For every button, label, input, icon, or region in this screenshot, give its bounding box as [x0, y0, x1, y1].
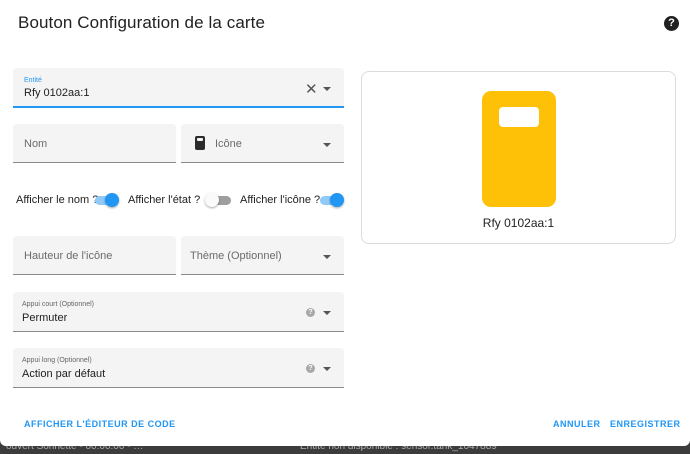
- entity-field[interactable]: Entité Rfy 0102aa:1 ✕: [13, 68, 344, 108]
- help-icon[interactable]: ?: [664, 16, 679, 31]
- preview-entity-name: Rfy 0102aa:1: [482, 216, 555, 230]
- show-name-label: Afficher le nom ?: [16, 194, 99, 206]
- chevron-down-icon[interactable]: [323, 143, 331, 147]
- help-icon[interactable]: ?: [306, 364, 315, 373]
- remote-control-icon: [482, 91, 556, 207]
- show-code-editor-button[interactable]: AFFICHER L'ÉDITEUR DE CODE: [24, 419, 176, 429]
- remote-control-icon: [195, 136, 205, 150]
- show-icon-toggle[interactable]: [318, 193, 344, 207]
- cancel-button[interactable]: ANNULER: [553, 419, 601, 429]
- hold-action-label: Appui long (Optionnel): [22, 357, 92, 364]
- name-field[interactable]: Nom: [13, 124, 176, 163]
- save-button[interactable]: ENREGISTRER: [610, 419, 681, 429]
- icon-field[interactable]: Icône: [181, 124, 344, 163]
- hold-action-field[interactable]: Appui long (Optionnel) Action par défaut…: [13, 348, 344, 388]
- icon-field-placeholder: Icône: [215, 138, 242, 150]
- help-icon[interactable]: ?: [306, 308, 315, 317]
- name-field-placeholder: Nom: [24, 138, 48, 150]
- icon-height-placeholder: Hauteur de l'icône: [24, 250, 113, 262]
- chevron-down-icon[interactable]: [323, 87, 331, 91]
- card-preview[interactable]: Rfy 0102aa:1: [361, 71, 676, 244]
- show-state-toggle[interactable]: [205, 193, 231, 207]
- chevron-down-icon[interactable]: [323, 255, 331, 259]
- theme-field[interactable]: Thème (Optionnel): [181, 236, 344, 275]
- show-state-label: Afficher l'état ?: [128, 194, 201, 206]
- entity-field-value: Rfy 0102aa:1: [24, 87, 90, 99]
- tap-action-label: Appui court (Optionnel): [22, 301, 94, 308]
- tap-action-value: Permuter: [22, 312, 68, 324]
- remote-control-screen: [499, 107, 539, 127]
- icon-height-field[interactable]: Hauteur de l'icône: [13, 236, 176, 275]
- chevron-down-icon[interactable]: [323, 311, 331, 315]
- chevron-down-icon[interactable]: [323, 367, 331, 371]
- clear-icon[interactable]: ✕: [305, 82, 318, 97]
- show-icon-label: Afficher l'icône ?: [240, 194, 321, 206]
- card-config-dialog: Bouton Configuration de la carte ? Entit…: [0, 0, 690, 446]
- dialog-title: Bouton Configuration de la carte: [18, 13, 266, 32]
- show-name-toggle[interactable]: [93, 193, 119, 207]
- entity-field-label: Entité: [24, 77, 42, 84]
- theme-placeholder: Thème (Optionnel): [190, 250, 282, 262]
- tap-action-field[interactable]: Appui court (Optionnel) Permuter ?: [13, 292, 344, 332]
- hold-action-value: Action par défaut: [22, 368, 106, 380]
